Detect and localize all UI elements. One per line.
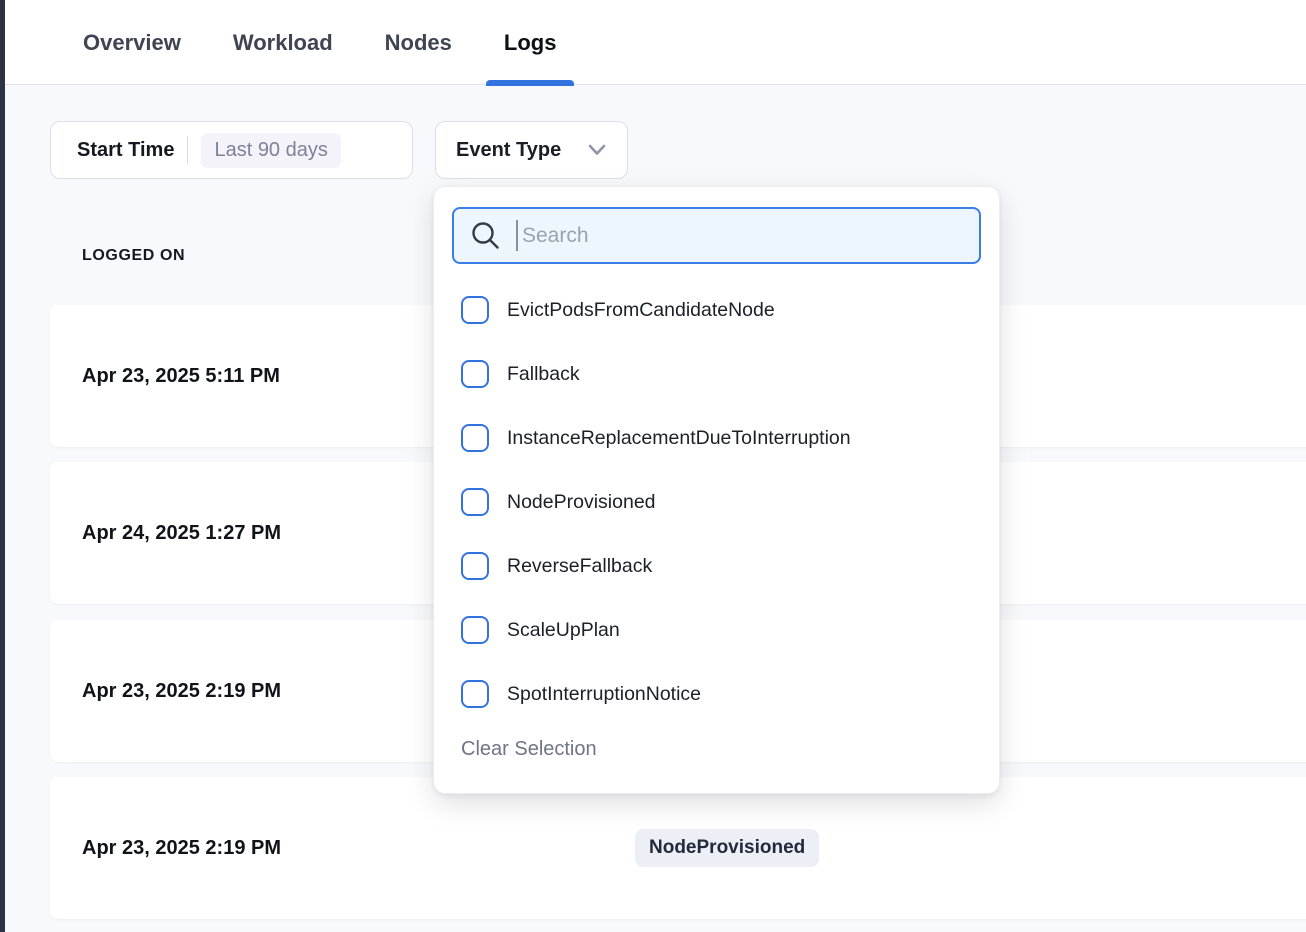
tab-bar: Overview Workload Nodes Logs [5, 0, 1306, 85]
dropdown-search [452, 207, 981, 264]
start-time-label: Start Time [77, 139, 174, 162]
logged-on-value: Apr 23, 2025 2:19 PM [82, 837, 281, 860]
checkbox[interactable] [461, 296, 489, 324]
tab-workload[interactable]: Workload [215, 0, 351, 85]
option-label: Fallback [507, 363, 580, 386]
option-evictpodsfromcandidatenode[interactable]: EvictPodsFromCandidateNode [452, 278, 981, 342]
option-fallback[interactable]: Fallback [452, 342, 981, 406]
checkbox[interactable] [461, 424, 489, 452]
event-type-label: Event Type [456, 139, 561, 162]
option-label: ScaleUpPlan [507, 619, 620, 642]
option-scaleupplan[interactable]: ScaleUpPlan [452, 598, 981, 662]
option-label: InstanceReplacementDueToInterruption [507, 427, 851, 450]
start-time-filter-button[interactable]: Start Time Last 90 days [50, 121, 413, 179]
logged-on-value: Apr 23, 2025 5:11 PM [82, 365, 280, 388]
option-label: SpotInterruptionNotice [507, 683, 701, 706]
event-type-badge: NodeProvisioned [635, 829, 819, 867]
clear-selection-button[interactable]: Clear Selection [461, 738, 597, 761]
logged-on-value: Apr 24, 2025 1:27 PM [82, 522, 281, 545]
checkbox[interactable] [461, 616, 489, 644]
text-cursor [516, 220, 518, 251]
option-label: EvictPodsFromCandidateNode [507, 299, 775, 322]
option-nodeprovisioned[interactable]: NodeProvisioned [452, 470, 981, 534]
event-type-dropdown-panel: EvictPodsFromCandidateNode Fallback Inst… [433, 186, 1000, 794]
chevron-down-icon [587, 143, 607, 157]
start-time-divider [187, 136, 188, 164]
option-instancereplacementduetointerruption[interactable]: InstanceReplacementDueToInterruption [452, 406, 981, 470]
search-input[interactable] [452, 207, 981, 264]
search-icon [470, 220, 501, 251]
column-header-logged-on: LOGGED ON [82, 247, 185, 265]
log-row[interactable]: Apr 23, 2025 2:19 PM NodeProvisioned [50, 777, 1306, 919]
sidebar-edge [0, 0, 5, 932]
checkbox[interactable] [461, 360, 489, 388]
event-type-filter-button[interactable]: Event Type [435, 121, 628, 179]
start-time-value-pill[interactable]: Last 90 days [201, 133, 340, 168]
tab-overview[interactable]: Overview [65, 0, 199, 85]
option-label: ReverseFallback [507, 555, 652, 578]
tab-logs[interactable]: Logs [486, 0, 575, 85]
option-reversefallback[interactable]: ReverseFallback [452, 534, 981, 598]
event-type-options: EvictPodsFromCandidateNode Fallback Inst… [452, 278, 981, 726]
checkbox[interactable] [461, 552, 489, 580]
tabs: Overview Workload Nodes Logs [65, 0, 574, 85]
checkbox[interactable] [461, 488, 489, 516]
option-label: NodeProvisioned [507, 491, 656, 514]
logged-on-value: Apr 23, 2025 2:19 PM [82, 680, 281, 703]
tab-nodes[interactable]: Nodes [367, 0, 470, 85]
option-spotinterruptionnotice[interactable]: SpotInterruptionNotice [452, 662, 981, 726]
checkbox[interactable] [461, 680, 489, 708]
